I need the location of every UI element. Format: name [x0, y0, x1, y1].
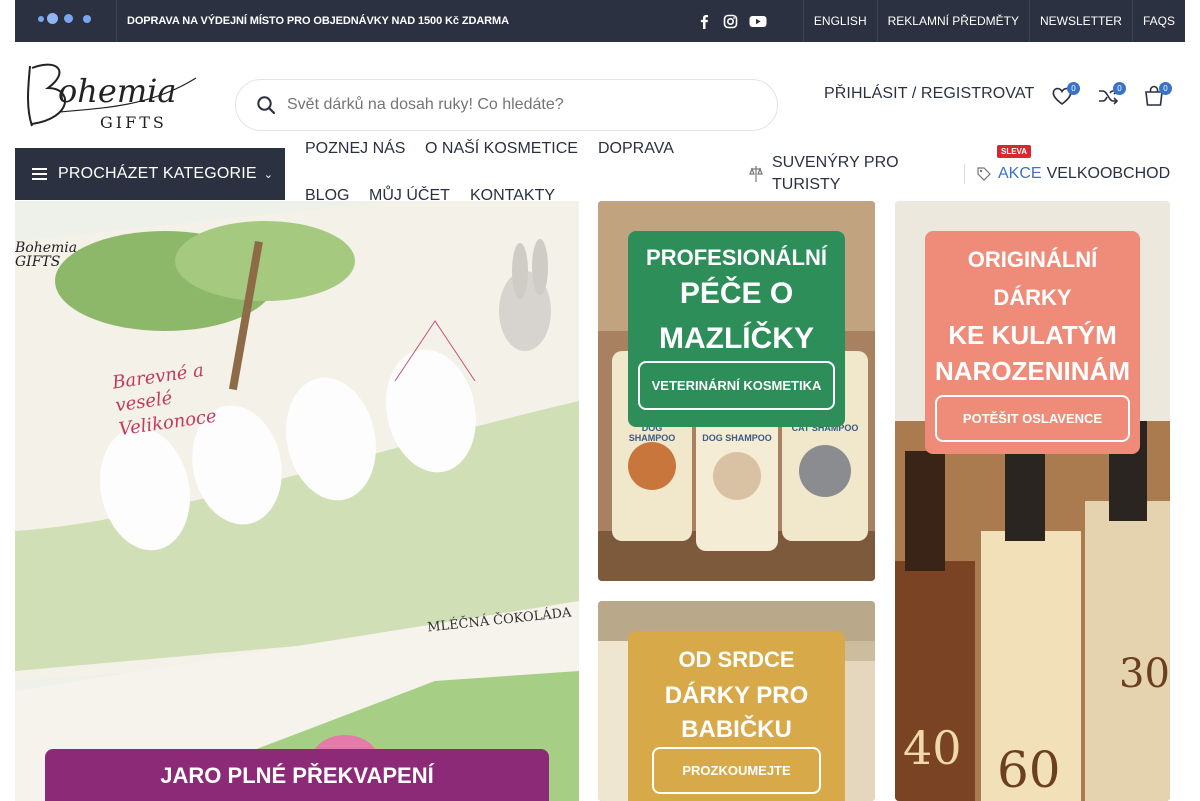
svg-text:ohemia: ohemia [58, 72, 176, 110]
nav-link-wholesale[interactable]: VELKOOBCHOD [1047, 165, 1171, 183]
grandma-gifts-title: DÁRKY PRO BABIČKU [664, 682, 809, 743]
cart-icon[interactable]: 0 [1143, 82, 1172, 107]
easter-box-logo: Bohemia GIFTS [15, 240, 78, 270]
youtube-icon[interactable] [749, 14, 767, 29]
pet-care-banner[interactable]: DOG SHAMPOO DOG SHAMPOO CAT SHAMPOO PROF… [598, 201, 875, 581]
vet-cosmetics-button[interactable]: VETERINÁRNÍ KOSMETIKA [638, 361, 835, 410]
bottle-number-30: 30 [1119, 651, 1170, 697]
birthday-gifts-box: ORIGINÁLNÍ DÁRKY KE KULATÝM NAROZENINÁM … [925, 231, 1140, 454]
bottle-number-60: 60 [997, 741, 1061, 799]
easter-banner-title: JARO PLNÉ PŘEKVAPENÍ [160, 763, 434, 788]
birthday-gifts-title: KE KULATÝM NAROZENINÁM [935, 320, 1130, 386]
easter-banner[interactable]: Bohemia GIFTS Barevné a veselé Velikonoc… [15, 201, 579, 801]
wishlist-count-badge: 0 [1067, 82, 1080, 95]
instagram-icon[interactable] [723, 14, 738, 29]
wishlist-icon[interactable]: 0 [1051, 82, 1080, 107]
sale-tag-icon [976, 166, 992, 182]
topbar-link-english[interactable]: ENGLISH [802, 0, 877, 42]
grandma-gifts-box: OD SRDCE DÁRKY PRO BABIČKU PROZKOUMEJTE [628, 631, 845, 801]
topbar-link-promo-items[interactable]: REKLAMNÍ PŘEDMĚTY [876, 0, 1029, 42]
search-icon[interactable] [256, 95, 276, 115]
search-bar[interactable] [235, 79, 778, 131]
menu-icon [32, 168, 47, 180]
easter-banner-title-box: JARO PLNÉ PŘEKVAPENÍ [45, 749, 549, 801]
login-register-link[interactable]: PŘIHLÁSIT / REGISTROVAT [824, 85, 1034, 103]
explore-button[interactable]: PROZKOUMEJTE [652, 747, 821, 794]
compare-icon[interactable]: 0 [1097, 82, 1126, 107]
bottle-number-40: 40 [903, 721, 962, 775]
birthday-gifts-subtitle: ORIGINÁLNÍ DÁRKY [967, 247, 1098, 310]
compare-count-badge: 0 [1113, 82, 1126, 95]
pet-care-subtitle: PROFESIONÁLNÍ [646, 245, 827, 270]
svg-text:GIFTS: GIFTS [100, 113, 167, 132]
top-bar: DOPRAVA NA VÝDEJNÍ MÍSTO PRO OBJEDNÁVKY … [15, 0, 1185, 42]
nav-link-souvenirs[interactable]: SUVENÝRY PRO TURISTY [772, 152, 952, 196]
nav-link-about[interactable]: POZNEJ NÁS [305, 140, 405, 158]
nav-link-shipping[interactable]: DOPRAVA [598, 140, 674, 158]
search-input[interactable] [287, 96, 757, 114]
nav-link-akce[interactable]: AKCE [998, 165, 1042, 183]
cart-count-badge: 0 [1159, 82, 1172, 95]
pet-care-title: PÉČE O MAZLÍČKY [659, 277, 814, 355]
chevron-down-icon: ⌄ [263, 168, 274, 181]
please-celebrant-button[interactable]: POTĚŠIT OSLAVENCE [935, 395, 1130, 442]
topbar-link-newsletter[interactable]: NEWSLETTER [1028, 0, 1132, 42]
topbar-link-faqs[interactable]: FAQS [1131, 0, 1185, 42]
pet-label-2: DOG SHAMPOO [702, 433, 772, 443]
loading-dots-icon [15, 0, 117, 42]
nav-link-cosmetics[interactable]: O NAŠÍ KOSMETICE [425, 140, 578, 158]
bohemia-gifts-logo[interactable]: ohemia GIFTS [18, 58, 204, 132]
grandma-gifts-banner[interactable]: OD SRDCE DÁRKY PRO BABIČKU PROZKOUMEJTE [598, 601, 875, 801]
birthday-gifts-banner[interactable]: 40 60 30 ORIGINÁLNÍ DÁRKY KE KULATÝM NAR… [895, 201, 1170, 801]
facebook-icon[interactable] [697, 14, 712, 29]
browse-categories-button[interactable]: PROCHÁZET KATEGORIE ⌄ [15, 148, 285, 200]
sale-badge: SLEVA [997, 145, 1032, 158]
pet-care-box: PROFESIONÁLNÍ PÉČE O MAZLÍČKY VETERINÁRN… [628, 231, 845, 427]
souvenir-icon [748, 165, 764, 183]
nav-divider [964, 164, 965, 184]
grandma-gifts-subtitle: OD SRDCE [678, 647, 795, 672]
shipping-promo: DOPRAVA NA VÝDEJNÍ MÍSTO PRO OBJEDNÁVKY … [127, 15, 509, 27]
